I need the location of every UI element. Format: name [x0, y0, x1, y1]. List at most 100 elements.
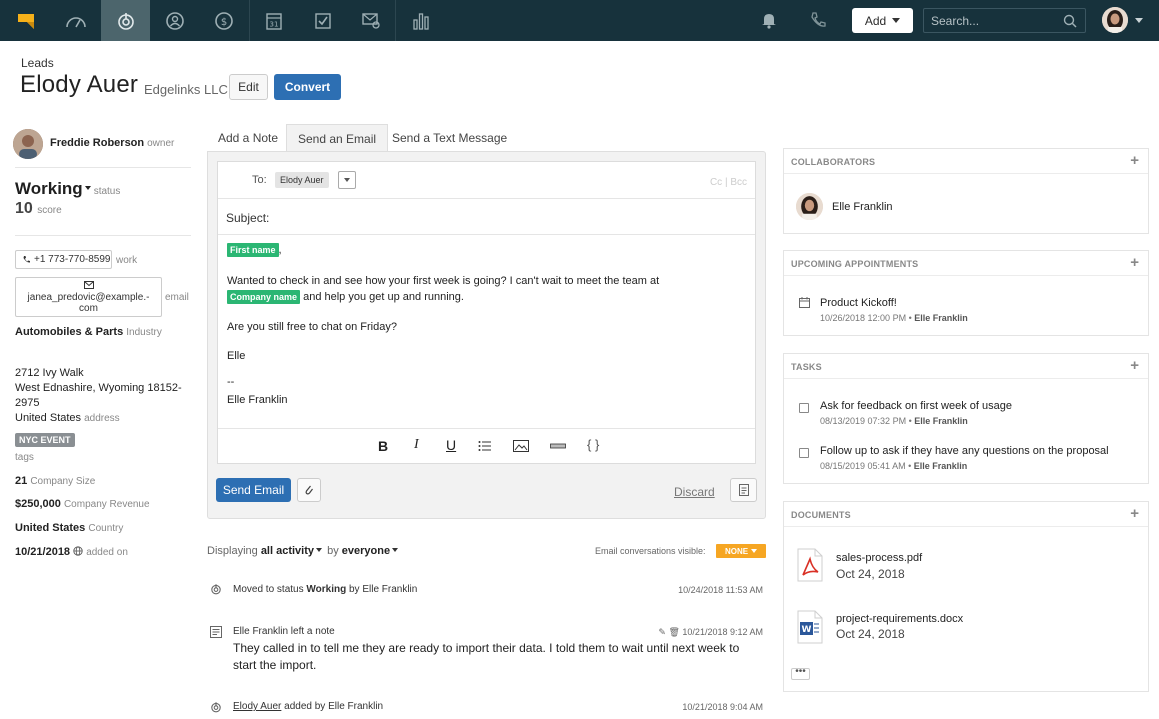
first-name-token[interactable]: First name	[227, 243, 279, 257]
code-icon[interactable]: { }	[587, 437, 599, 452]
image-icon[interactable]	[513, 439, 529, 455]
address-line: West Ednashire, Wyoming 18152-	[15, 382, 182, 394]
company-name[interactable]: Edgelinks LLC	[144, 82, 228, 97]
nav-dashboard[interactable]	[51, 0, 100, 41]
divider-icon[interactable]	[550, 439, 566, 455]
tab-add-note[interactable]: Add a Note	[207, 124, 289, 152]
score-value: 10	[15, 200, 33, 217]
activity-time: 10/24/2018 11:53 AM	[678, 585, 763, 595]
collaborators-panel: COLLABORATORS + Elle Franklin	[783, 148, 1149, 234]
document-name[interactable]: sales-process.pdf	[836, 552, 922, 564]
tab-send-text-message[interactable]: Send a Text Message	[381, 124, 518, 152]
underline-icon[interactable]: U	[446, 437, 456, 453]
company-name-token[interactable]: Company name	[227, 290, 301, 304]
email-visibility-label: Email conversations visible:	[595, 546, 706, 556]
nav-messages[interactable]	[346, 0, 395, 41]
task-details: 08/13/2019 07:32 PM • Elle Franklin	[820, 416, 968, 426]
email-button[interactable]: janea_predovic@example.- com	[15, 277, 162, 317]
company-size-value: 21	[15, 475, 28, 487]
divider	[784, 526, 1148, 527]
add-task-button[interactable]: +	[1130, 357, 1139, 374]
task-title[interactable]: Ask for feedback on first week of usage	[820, 400, 1012, 412]
owner-avatar[interactable]	[13, 129, 43, 159]
phone-label: work	[116, 255, 138, 266]
contacts-icon	[165, 11, 184, 30]
phone-button[interactable]: +1 773-770-8599	[15, 250, 112, 269]
email-address-continued: com	[79, 303, 98, 314]
task-title[interactable]: Follow up to ask if they have any questi…	[820, 445, 1109, 457]
score-label: score	[37, 205, 62, 216]
email-visibility-dropdown[interactable]: NONE	[716, 544, 766, 558]
country-value: United States	[15, 522, 86, 534]
breadcrumb[interactable]: Leads	[21, 56, 54, 70]
activity-type-dropdown[interactable]: all activity	[261, 545, 314, 557]
app-logo[interactable]	[0, 0, 51, 41]
add-button[interactable]: Add	[852, 8, 913, 33]
activity-text: Moved to status	[233, 584, 304, 595]
owner-label: owner	[147, 138, 175, 149]
recipient-dropdown[interactable]	[338, 171, 356, 189]
email-visibility-value: NONE	[724, 546, 749, 556]
list-icon[interactable]	[478, 439, 492, 455]
status-field[interactable]: Working status	[15, 179, 120, 199]
subject-field[interactable]: Subject:	[226, 211, 269, 225]
cc-bcc-toggle[interactable]: Cc | Bcc	[710, 177, 747, 188]
send-email-button[interactable]: Send Email	[216, 478, 291, 502]
bold-icon[interactable]: B	[378, 438, 388, 454]
recipient-chip[interactable]: Elody Auer	[275, 172, 329, 188]
add-appointment-button[interactable]: +	[1130, 254, 1139, 271]
revenue-value: $250,000	[15, 498, 61, 510]
lead-link[interactable]: Elody Auer	[233, 701, 281, 712]
notifications-button[interactable]	[761, 11, 777, 32]
activity-user-dropdown[interactable]: everyone	[342, 545, 390, 557]
search-input[interactable]	[931, 14, 1061, 28]
nav-leads[interactable]	[101, 0, 150, 41]
discard-link[interactable]: Discard	[674, 485, 715, 499]
body-line: Wanted to check in and see how your firs…	[227, 275, 660, 287]
body-line: Elle	[227, 350, 246, 362]
add-document-button[interactable]: +	[1130, 505, 1139, 522]
task-owner: Elle Franklin	[914, 416, 968, 426]
more-documents-button[interactable]: •••	[791, 667, 810, 680]
revenue-field: $250,000 Company Revenue	[15, 498, 150, 510]
nav-reports[interactable]	[396, 0, 445, 41]
documents-panel: DOCUMENTS + sales-process.pdf Oct 24, 20…	[783, 501, 1149, 692]
document-name[interactable]: project-requirements.docx	[836, 613, 963, 625]
tab-send-email[interactable]: Send an Email	[286, 124, 389, 152]
template-button[interactable]	[730, 478, 757, 502]
template-icon	[738, 484, 749, 496]
nav-contacts[interactable]	[150, 0, 199, 41]
appointments-panel: UPCOMING APPOINTMENTS + Product Kickoff!…	[783, 250, 1149, 336]
attach-button[interactable]	[297, 478, 321, 502]
tag-badge[interactable]: NYC EVENT	[15, 433, 75, 447]
convert-button[interactable]: Convert	[274, 74, 341, 100]
search-icon[interactable]	[1063, 14, 1077, 28]
document-date: Oct 24, 2018	[836, 627, 905, 639]
email-editor[interactable]: To: Elody Auer Cc | Bcc Subject: First n…	[217, 161, 756, 464]
edit-button[interactable]: Edit	[229, 74, 268, 100]
italic-icon[interactable]: I	[414, 437, 419, 453]
pencil-icon[interactable]: ✎	[658, 627, 666, 637]
added-on-label: added on	[86, 547, 128, 558]
email-composer: To: Elody Auer Cc | Bcc Subject: First n…	[207, 151, 766, 519]
chevron-down-icon[interactable]	[316, 548, 323, 553]
task-checkbox[interactable]	[799, 403, 809, 413]
user-menu-chevron-icon[interactable]	[1135, 18, 1143, 23]
to-label: To:	[252, 174, 267, 186]
collaborator-avatar[interactable]	[796, 193, 823, 220]
appointment-title[interactable]: Product Kickoff!	[820, 297, 897, 309]
trash-icon[interactable]: 🗑	[668, 627, 679, 637]
owner-name[interactable]: Freddie Roberson	[50, 137, 144, 149]
collaborator-name[interactable]: Elle Franklin	[832, 201, 893, 213]
user-avatar[interactable]	[1102, 7, 1128, 33]
task-checkbox[interactable]	[799, 448, 809, 458]
tags-label: tags	[15, 452, 34, 463]
chevron-down-icon[interactable]	[392, 548, 399, 553]
nav-tasks[interactable]	[298, 0, 347, 41]
add-collaborator-button[interactable]: +	[1130, 152, 1139, 169]
filter-by: by	[327, 545, 339, 557]
nav-deals[interactable]: $	[199, 0, 248, 41]
phone-button[interactable]	[810, 11, 826, 32]
divider	[784, 173, 1148, 174]
nav-calendar[interactable]: 31	[249, 0, 298, 41]
